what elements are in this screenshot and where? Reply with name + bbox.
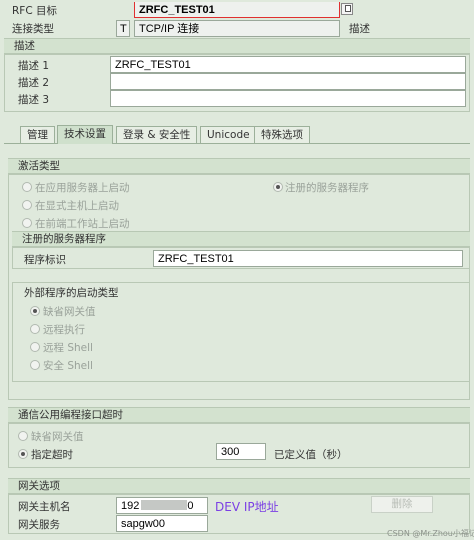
description-1-label: 描述 1	[18, 60, 50, 72]
gateway-host-field[interactable]: 192 0	[116, 497, 208, 514]
radio-explicit-host[interactable]	[22, 200, 32, 210]
connection-type-code: T	[116, 20, 130, 37]
delete-button[interactable]: 删除	[371, 496, 433, 513]
description-2-field[interactable]	[110, 73, 466, 90]
radio-default-gateway[interactable]	[30, 306, 40, 316]
description-3-label: 描述 3	[18, 94, 50, 106]
gateway-service-label: 网关服务	[18, 519, 60, 531]
description-2-label: 描述 2	[18, 77, 50, 89]
radio-timeout-default[interactable]	[18, 431, 28, 441]
radio-timeout-default-label: 缺省网关值	[31, 431, 84, 443]
connection-type-value: TCP/IP 连接	[134, 20, 340, 37]
timeout-unit-label: 已定义值（秒）	[274, 449, 348, 461]
description-short-label: 描述	[349, 23, 370, 35]
radio-remote-shell[interactable]	[30, 342, 40, 352]
tab-logon-security[interactable]: 登录 & 安全性	[116, 126, 198, 143]
gateway-host-label: 网关主机名	[18, 501, 71, 513]
program-id-label: 程序标识	[24, 254, 66, 266]
registered-program-title: 注册的服务器程序	[12, 231, 470, 247]
tab-technical-settings[interactable]: 技术设置	[57, 125, 113, 144]
radio-frontend-workstation[interactable]	[22, 218, 32, 228]
description-3-field[interactable]	[110, 90, 466, 107]
radio-explicit-host-label: 在显式主机上启动	[35, 200, 119, 212]
gateway-host-value-end: 0	[187, 500, 194, 512]
copy-icon[interactable]	[341, 3, 353, 15]
radio-timeout-specified-label: 指定超时	[31, 449, 73, 461]
radio-remote-shell-label: 远程 Shell	[43, 342, 93, 354]
program-id-field[interactable]: ZRFC_TEST01	[153, 250, 463, 267]
tab-unicode[interactable]: Unicode	[200, 126, 257, 143]
gateway-host-value-start: 192	[121, 500, 140, 512]
timeout-value-field[interactable]: 300	[216, 443, 266, 460]
connection-type-label: 连接类型	[12, 23, 54, 35]
gateway-service-field[interactable]: sapgw00	[116, 515, 208, 532]
gateway-section-title: 网关选项	[8, 478, 470, 494]
rfc-target-label: RFC 目标	[12, 5, 58, 17]
cpic-timeout-title: 通信公用编程接口超时	[8, 407, 470, 423]
radio-registered-program-label: 注册的服务器程序	[285, 182, 369, 194]
radio-app-server[interactable]	[22, 182, 32, 192]
radio-frontend-workstation-label: 在前端工作站上启动	[35, 218, 130, 230]
description-1-field[interactable]: ZRFC_TEST01	[110, 56, 466, 73]
radio-registered-program[interactable]	[273, 182, 283, 192]
gateway-host-redaction	[141, 500, 188, 510]
radio-app-server-label: 在应用服务器上启动	[35, 182, 130, 194]
radio-default-gateway-label: 缺省网关值	[43, 306, 96, 318]
start-type-title: 外部程序的启动类型	[24, 287, 119, 299]
activation-section-title: 激活类型	[8, 158, 470, 174]
description-section-title: 描述	[4, 38, 470, 54]
radio-secure-shell-label: 安全 Shell	[43, 360, 93, 372]
radio-remote-exec[interactable]	[30, 324, 40, 334]
csdn-watermark: CSDN @Mr.Zhou小福记	[387, 529, 474, 538]
radio-secure-shell[interactable]	[30, 360, 40, 370]
radio-timeout-specified[interactable]	[18, 449, 28, 459]
radio-remote-exec-label: 远程执行	[43, 324, 85, 336]
rfc-target-field[interactable]: ZRFC_TEST01	[134, 2, 340, 18]
dev-ip-annotation: DEV IP地址	[215, 500, 279, 514]
tab-special-options[interactable]: 特殊选项	[254, 126, 310, 143]
tab-admin[interactable]: 管理	[20, 126, 55, 143]
